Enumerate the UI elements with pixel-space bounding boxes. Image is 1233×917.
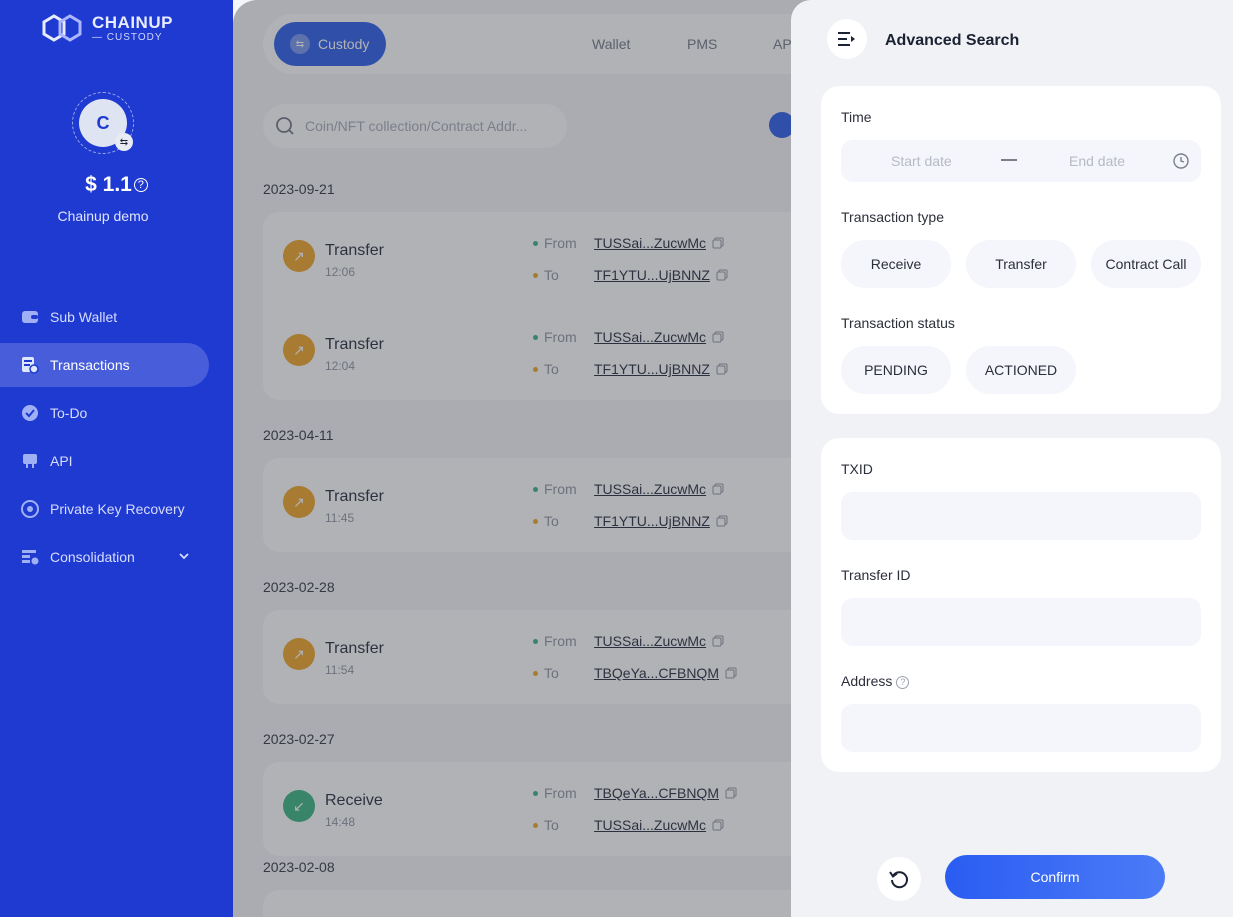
advanced-search-panel: Advanced Search Time Start date End date… [791,0,1233,917]
transactions-icon [20,355,40,375]
reset-icon [889,871,908,889]
range-separator [1001,159,1017,161]
address-label: Address? [841,673,910,689]
address-input[interactable] [841,704,1201,752]
balance-value: $ 1.1 [85,173,132,196]
key-recovery-icon [20,499,40,519]
txid-input[interactable] [841,492,1201,540]
txid-label: TXID [841,461,873,477]
sidebar-item-label: To-Do [50,405,88,421]
help-icon[interactable]: ? [133,178,148,192]
account-balance: $ 1.1? [0,173,233,197]
chevron-down-icon[interactable] [177,549,191,563]
account-name: Chainup demo [57,208,149,224]
filter-card: Time Start date End date Transaction typ… [821,86,1221,414]
sidebar-item-transactions[interactable]: Transactions [0,343,209,387]
type-chip-contract-call[interactable]: Contract Call [1091,240,1201,288]
type-chip-transfer[interactable]: Transfer [966,240,1076,288]
chainup-logo-icon [42,14,82,42]
consolidation-icon [20,547,40,567]
transaction-type-label: Transaction type [841,209,944,225]
collapse-panel-icon[interactable] [827,19,867,59]
transaction-status-label: Transaction status [841,315,955,331]
avatar-ring[interactable]: C ⇆ [72,92,134,154]
help-icon[interactable]: ? [896,676,910,689]
brand-name: CHAINUP [92,12,173,32]
sidebar-item-consolidation[interactable]: Consolidation [0,535,233,579]
api-icon [20,451,40,471]
transfer-id-input[interactable] [841,598,1201,646]
sidebar-item-label: API [50,453,73,469]
date-range-picker[interactable]: Start date End date [841,140,1201,182]
sidebar-item-label: Consolidation [50,549,135,565]
sidebar-item-label: Transactions [50,357,130,373]
reset-button[interactable] [877,857,921,901]
status-chip-actioned[interactable]: ACTIONED [966,346,1076,394]
confirm-button[interactable]: Confirm [945,855,1165,899]
sidebar-item-todo[interactable]: To-Do [0,391,233,435]
id-filter-card: TXID Transfer ID Address? [821,438,1221,772]
time-label: Time [841,109,872,125]
switch-account-icon[interactable]: ⇆ [115,133,133,151]
sidebar-item-api[interactable]: API [0,439,233,483]
sidebar: CHAINUP — CUSTODY C ⇆ $ 1.1? Chainup dem… [0,0,233,917]
clock-icon [1173,153,1189,169]
check-circle-icon [20,403,40,423]
end-date-input[interactable]: End date [1069,153,1125,169]
brand-logo[interactable]: CHAINUP — CUSTODY [40,12,173,44]
type-chip-receive[interactable]: Receive [841,240,951,288]
panel-title: Advanced Search [885,32,1020,49]
status-chip-pending[interactable]: PENDING [841,346,951,394]
sidebar-nav: Sub Wallet Transactions To-Do API Privat… [0,295,233,583]
transfer-id-label: Transfer ID [841,567,911,583]
sidebar-item-sub-wallet[interactable]: Sub Wallet [0,295,233,339]
sidebar-item-private-key-recovery[interactable]: Private Key Recovery [0,487,233,531]
sidebar-item-label: Private Key Recovery [50,501,185,517]
start-date-input[interactable]: Start date [891,153,952,169]
wallet-icon [20,307,40,327]
brand-sub: — CUSTODY [92,31,163,43]
sidebar-item-label: Sub Wallet [50,309,118,325]
